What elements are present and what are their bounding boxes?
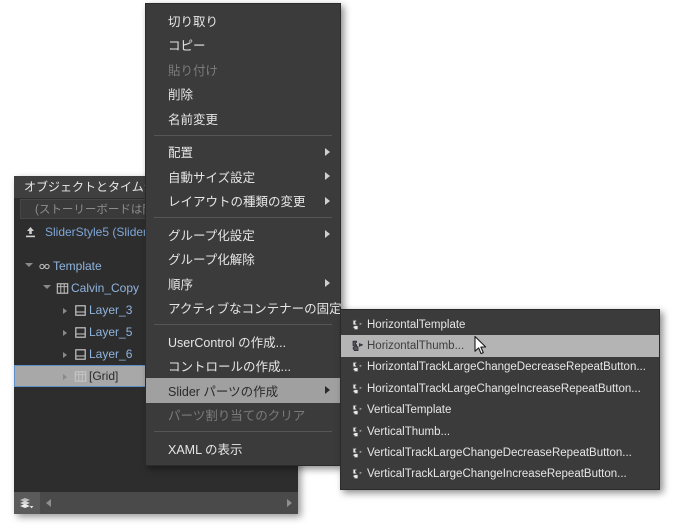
menu-item-11[interactable]: グループ化解除 (146, 247, 340, 272)
slider-parts-submenu: HorizontalTemplate HorizontalThumb... Hori… (340, 309, 660, 491)
menu-item-0[interactable]: 切り取り (146, 8, 340, 33)
tree-item-label: Layer_5 (89, 325, 133, 339)
submenu-arrow-icon (325, 196, 330, 205)
puzzle-icon (347, 446, 367, 460)
menu-item-label: アクティブなコンテナーの固定 (168, 302, 342, 317)
submenu-item-label: HorizontalTrackLargeChangeIncreaseRepeat… (367, 382, 641, 395)
tree-item-label: [Grid] (89, 369, 119, 383)
menu-item-13[interactable]: アクティブなコンテナーの固定 (146, 296, 342, 321)
export-icon (22, 226, 39, 239)
menu-item-7[interactable]: 自動サイズ設定 (146, 164, 340, 189)
grid-icon (54, 282, 71, 295)
mouse-pointer-icon (474, 336, 487, 355)
submenu-arrow-icon (325, 386, 330, 395)
submenu-item-3[interactable]: HorizontalTrackLargeChangeIncreaseRepeat… (341, 378, 659, 399)
menu-separator (154, 134, 332, 136)
chevron-right-icon[interactable] (58, 369, 72, 383)
layers-down-icon[interactable] (14, 492, 40, 514)
tree-item-label: Layer_6 (89, 347, 133, 361)
menu-item-17[interactable]: Slider パーツの作成 (146, 378, 340, 403)
menu-item-label: 貼り付け (168, 63, 219, 78)
submenu-arrow-icon (325, 172, 330, 181)
puzzle-icon (347, 403, 367, 417)
menu-item-label: 切り取り (168, 14, 219, 29)
panel-footer (14, 492, 298, 514)
menu-item-2: 貼り付け (146, 57, 340, 82)
menu-item-label: グループ化設定 (168, 228, 255, 243)
tree-root-label: SliderStyle5 (Slider (45, 225, 148, 239)
submenu-arrow-icon (325, 279, 330, 288)
tree-item-label: Calvin_Copy (71, 281, 140, 295)
submenu-item-label: VerticalThumb... (367, 425, 451, 438)
menu-separator (154, 217, 332, 218)
arrow-left-icon[interactable] (46, 499, 51, 507)
template-icon (36, 260, 53, 273)
submenu-item-4[interactable]: VerticalTemplate (341, 400, 659, 421)
submenu-item-2[interactable]: HorizontalTrackLargeChangeDecreaseRepeat… (341, 357, 659, 378)
puzzle-icon (347, 339, 367, 353)
puzzle-icon (347, 467, 367, 481)
menu-item-label: UserControl の作成... (168, 335, 287, 350)
menu-item-15[interactable]: UserControl の作成... (146, 329, 340, 354)
border-icon (72, 348, 89, 361)
menu-item-4[interactable]: 名前変更 (146, 106, 340, 131)
menu-separator (154, 324, 332, 325)
menu-item-label: グループ化解除 (168, 253, 255, 268)
context-menu: 切り取りコピー貼り付け削除名前変更配置自動サイズ設定レイアウトの種類の変更 グルー… (145, 3, 342, 466)
menu-item-20[interactable]: XAML の表示 (146, 436, 340, 461)
puzzle-icon (347, 382, 367, 396)
menu-item-label: XAML の表示 (168, 442, 243, 457)
menu-item-label: パーツ割り当てのクリア (168, 409, 306, 424)
menu-item-18: パーツ割り当てのクリア (146, 403, 340, 428)
submenu-item-label: VerticalTrackLargeChangeIncreaseRepeatBu… (367, 468, 627, 481)
menu-item-12[interactable]: 順序 (146, 271, 340, 296)
menu-item-16[interactable]: コントロールの作成... (146, 354, 340, 379)
menu-item-8[interactable]: レイアウトの種類の変更 (146, 189, 340, 214)
menu-item-label: コピー (168, 39, 206, 54)
submenu-item-1[interactable]: HorizontalThumb... (341, 335, 659, 357)
chevron-down-icon[interactable] (22, 259, 36, 273)
menu-item-6[interactable]: 配置 (146, 140, 340, 165)
tree-item-label: Template (53, 259, 102, 273)
menu-item-label: 順序 (168, 277, 194, 292)
submenu-arrow-icon (325, 147, 330, 156)
border-icon (72, 304, 89, 317)
submenu-item-label: VerticalTemplate (367, 404, 452, 417)
submenu-item-label: VerticalTrackLargeChangeDecreaseRepeatBu… (367, 447, 632, 460)
chevron-right-icon[interactable] (58, 303, 72, 317)
menu-item-1[interactable]: コピー (146, 33, 340, 58)
chevron-right-icon[interactable] (58, 347, 72, 361)
puzzle-icon (347, 425, 367, 439)
tree-item-label: Layer_3 (89, 303, 133, 317)
menu-item-10[interactable]: グループ化設定 (146, 222, 340, 247)
menu-item-label: レイアウトの種類の変更 (168, 195, 306, 210)
menu-separator (154, 431, 332, 432)
menu-item-label: コントロールの作成... (168, 360, 291, 375)
menu-item-3[interactable]: 削除 (146, 82, 340, 107)
submenu-item-label: HorizontalThumb... (367, 340, 465, 353)
puzzle-icon (347, 360, 367, 374)
menu-item-label: 名前変更 (168, 112, 219, 127)
menu-item-label: Slider パーツの作成 (168, 384, 279, 399)
border-icon (72, 326, 89, 339)
puzzle-icon (347, 318, 367, 332)
submenu-item-0[interactable]: HorizontalTemplate (341, 314, 659, 335)
submenu-item-label: HorizontalTemplate (367, 318, 466, 331)
menu-item-label: 自動サイズ設定 (168, 170, 256, 185)
menu-item-label: 配置 (168, 146, 194, 161)
menu-item-label: 削除 (168, 88, 194, 103)
arrow-right-icon[interactable] (287, 499, 292, 507)
submenu-item-7[interactable]: VerticalTrackLargeChangeIncreaseRepeatBu… (341, 464, 659, 485)
submenu-arrow-icon (325, 230, 330, 239)
horizontal-scrollbar[interactable] (40, 492, 298, 514)
chevron-down-icon[interactable] (40, 281, 54, 295)
submenu-item-6[interactable]: VerticalTrackLargeChangeDecreaseRepeatBu… (341, 442, 659, 463)
submenu-item-label: HorizontalTrackLargeChangeDecreaseRepeat… (367, 361, 646, 374)
grid-icon (72, 370, 89, 383)
submenu-item-5[interactable]: VerticalThumb... (341, 421, 659, 442)
chevron-right-icon[interactable] (58, 325, 72, 339)
